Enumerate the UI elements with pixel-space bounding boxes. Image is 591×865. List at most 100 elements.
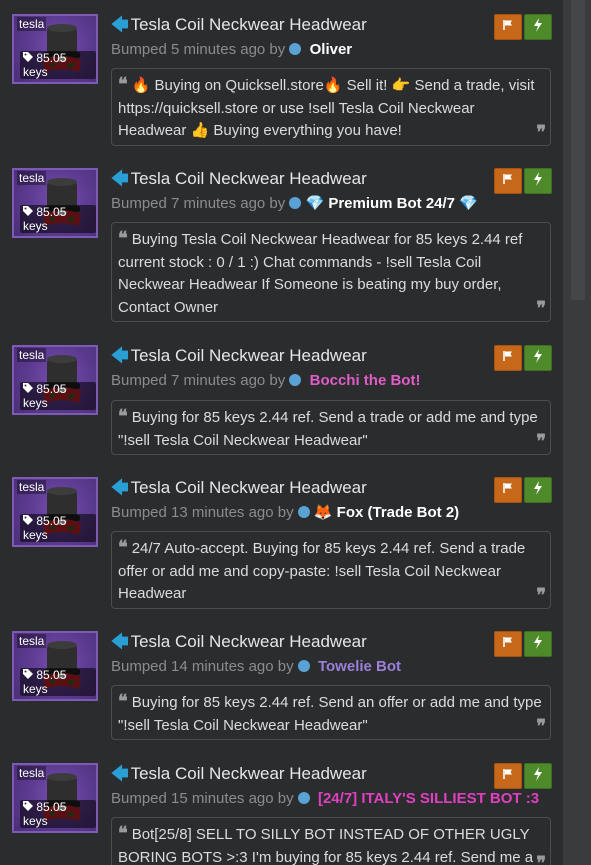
instant-trade-button[interactable] xyxy=(524,763,552,789)
bumped-text: Bumped 7 minutes ago by xyxy=(111,372,286,389)
quote-close-icon: ❞ xyxy=(536,430,546,451)
item-name[interactable]: Tesla Coil Neckwear Headwear xyxy=(131,346,367,365)
item-name[interactable]: Tesla Coil Neckwear Headwear xyxy=(131,478,367,497)
item-tag: tesla xyxy=(17,17,47,31)
item-thumbnail[interactable]: tesla 85.05 keys xyxy=(12,477,98,547)
listing-message: ❝ Buying Tesla Coil Neckwear Headwear for… xyxy=(111,222,551,322)
item-price: 85.05 keys xyxy=(20,382,96,410)
bumped-text: Bumped 13 minutes ago by xyxy=(111,504,294,521)
listing-title[interactable]: 🡄 Tesla Coil Neckwear Headwear xyxy=(111,631,367,653)
user-prefix: 🦊 xyxy=(313,504,333,521)
report-button[interactable] xyxy=(494,477,522,503)
flag-icon xyxy=(502,18,514,36)
report-button[interactable] xyxy=(494,631,522,657)
bumped-line: Bumped 13 minutes ago by 🦊 Fox (Trade Bo… xyxy=(111,503,459,523)
instant-trade-button[interactable] xyxy=(524,345,552,371)
quote-open-icon: ❝ xyxy=(118,228,128,248)
bumped-line: Bumped 15 minutes ago by [24/7] ITALY'S … xyxy=(111,789,539,809)
quote-open-icon: ❝ xyxy=(118,823,128,843)
instant-trade-button[interactable] xyxy=(524,168,552,194)
quote-open-icon: ❝ xyxy=(118,74,128,94)
item-price: 85.05 keys xyxy=(20,51,96,79)
lightning-icon xyxy=(532,17,544,37)
listing-message: ❝ Bot[25/8] SELL TO SILLY BOT INSTEAD OF … xyxy=(111,817,551,865)
lightning-icon xyxy=(532,766,544,786)
listing-title[interactable]: 🡄 Tesla Coil Neckwear Headwear xyxy=(111,168,367,190)
status-dot xyxy=(289,43,302,55)
listing-message: ❝ 24/7 Auto-accept. Buying for 85 keys 2.… xyxy=(111,531,551,609)
item-name[interactable]: Tesla Coil Neckwear Headwear xyxy=(131,169,367,188)
instant-trade-button[interactable] xyxy=(524,477,552,503)
item-thumbnail[interactable]: tesla 85.05 keys xyxy=(12,345,98,415)
tag-icon xyxy=(23,51,33,65)
lightning-icon xyxy=(532,480,544,500)
flag-icon xyxy=(502,349,514,367)
lightning-icon xyxy=(532,348,544,368)
item-name[interactable]: Tesla Coil Neckwear Headwear xyxy=(131,15,367,34)
flag-icon xyxy=(502,767,514,785)
scrollbar-thumb[interactable] xyxy=(571,0,585,300)
arrow-left-icon: 🡄 xyxy=(111,764,129,783)
listing-title[interactable]: 🡄 Tesla Coil Neckwear Headwear xyxy=(111,477,367,499)
quote-close-icon: ❞ xyxy=(536,584,546,605)
tag-icon xyxy=(23,668,33,682)
quote-open-icon: ❝ xyxy=(118,537,128,557)
item-name[interactable]: Tesla Coil Neckwear Headwear xyxy=(131,764,367,783)
item-thumbnail[interactable]: tesla 85.05 keys xyxy=(12,14,98,84)
instant-trade-button[interactable] xyxy=(524,631,552,657)
message-text: Buying for 85 keys 2.44 ref. Send an off… xyxy=(118,694,542,734)
username-link[interactable]: [24/7] ITALY'S SILLIEST BOT :3 xyxy=(318,790,539,807)
listing-title[interactable]: 🡄 Tesla Coil Neckwear Headwear xyxy=(111,14,367,36)
quote-open-icon: ❝ xyxy=(118,406,128,426)
report-button[interactable] xyxy=(494,14,522,40)
username-link[interactable]: Bocchi the Bot! xyxy=(310,372,421,389)
item-price: 85.05 keys xyxy=(20,514,96,542)
username-link[interactable]: Premium Bot 24/7 xyxy=(328,195,455,212)
report-button[interactable] xyxy=(494,168,522,194)
lightning-icon xyxy=(532,634,544,654)
item-price: 85.05 keys xyxy=(20,668,96,696)
message-text: Bot[25/8] SELL TO SILLY BOT INSTEAD OF O… xyxy=(118,826,534,865)
listing-item: tesla 85.05 keys 🡄 Tesla Coil Neckwear He… xyxy=(0,168,563,322)
bumped-line: Bumped 7 minutes ago by Bocchi the Bot! xyxy=(111,371,420,391)
item-thumbnail[interactable]: tesla 85.05 keys xyxy=(12,168,98,238)
listing-item: tesla 85.05 keys 🡄 Tesla Coil Neckwear He… xyxy=(0,14,563,146)
listing-title[interactable]: 🡄 Tesla Coil Neckwear Headwear xyxy=(111,763,367,785)
report-button[interactable] xyxy=(494,345,522,371)
user-prefix: 💎 xyxy=(305,195,325,212)
bumped-line: Bumped 14 minutes ago by Towelie Bot xyxy=(111,657,401,677)
item-tag: tesla xyxy=(17,171,47,185)
tag-icon xyxy=(23,382,33,396)
username-link[interactable]: Towelie Bot xyxy=(318,658,401,675)
listing-message: ❝ Buying for 85 keys 2.44 ref. Send a tra… xyxy=(111,400,551,455)
user-suffix: 💎 xyxy=(459,195,478,212)
listing-item: tesla 85.05 keys 🡄 Tesla Coil Neckwear He… xyxy=(0,477,563,609)
arrow-left-icon: 🡄 xyxy=(111,169,129,188)
report-button[interactable] xyxy=(494,763,522,789)
username-link[interactable]: Fox (Trade Bot 2) xyxy=(337,504,460,521)
item-tag: tesla xyxy=(17,348,47,362)
listing-title[interactable]: 🡄 Tesla Coil Neckwear Headwear xyxy=(111,345,367,367)
tag-icon xyxy=(23,800,33,814)
listing-message: ❝ 🔥 Buying on Quicksell.store🔥 Sell it! 👉… xyxy=(111,68,551,146)
item-tag: tesla xyxy=(17,634,47,648)
item-tag: tesla xyxy=(17,766,47,780)
item-price: 85.05 keys xyxy=(20,205,96,233)
item-price: 85.05 keys xyxy=(20,800,96,828)
lightning-icon xyxy=(532,171,544,191)
arrow-left-icon: 🡄 xyxy=(111,478,129,497)
status-dot xyxy=(289,197,302,209)
username-link[interactable]: Oliver xyxy=(310,41,353,58)
status-dot xyxy=(289,374,302,386)
tag-icon xyxy=(23,205,33,219)
classifieds-panel: tesla 85.05 keys 🡄 Tesla Coil Neckwear He… xyxy=(0,0,563,865)
message-text: Buying for 85 keys 2.44 ref. Send a trad… xyxy=(118,409,538,449)
message-text: Buying Tesla Coil Neckwear Headwear for … xyxy=(118,231,523,316)
item-name[interactable]: Tesla Coil Neckwear Headwear xyxy=(131,632,367,651)
instant-trade-button[interactable] xyxy=(524,14,552,40)
item-thumbnail[interactable]: tesla 85.05 keys xyxy=(12,631,98,701)
bumped-text: Bumped 7 minutes ago by xyxy=(111,195,286,212)
listing-item: tesla 85.05 keys 🡄 Tesla Coil Neckwear He… xyxy=(0,345,563,455)
status-dot xyxy=(297,660,310,672)
item-thumbnail[interactable]: tesla 85.05 keys xyxy=(12,763,98,833)
